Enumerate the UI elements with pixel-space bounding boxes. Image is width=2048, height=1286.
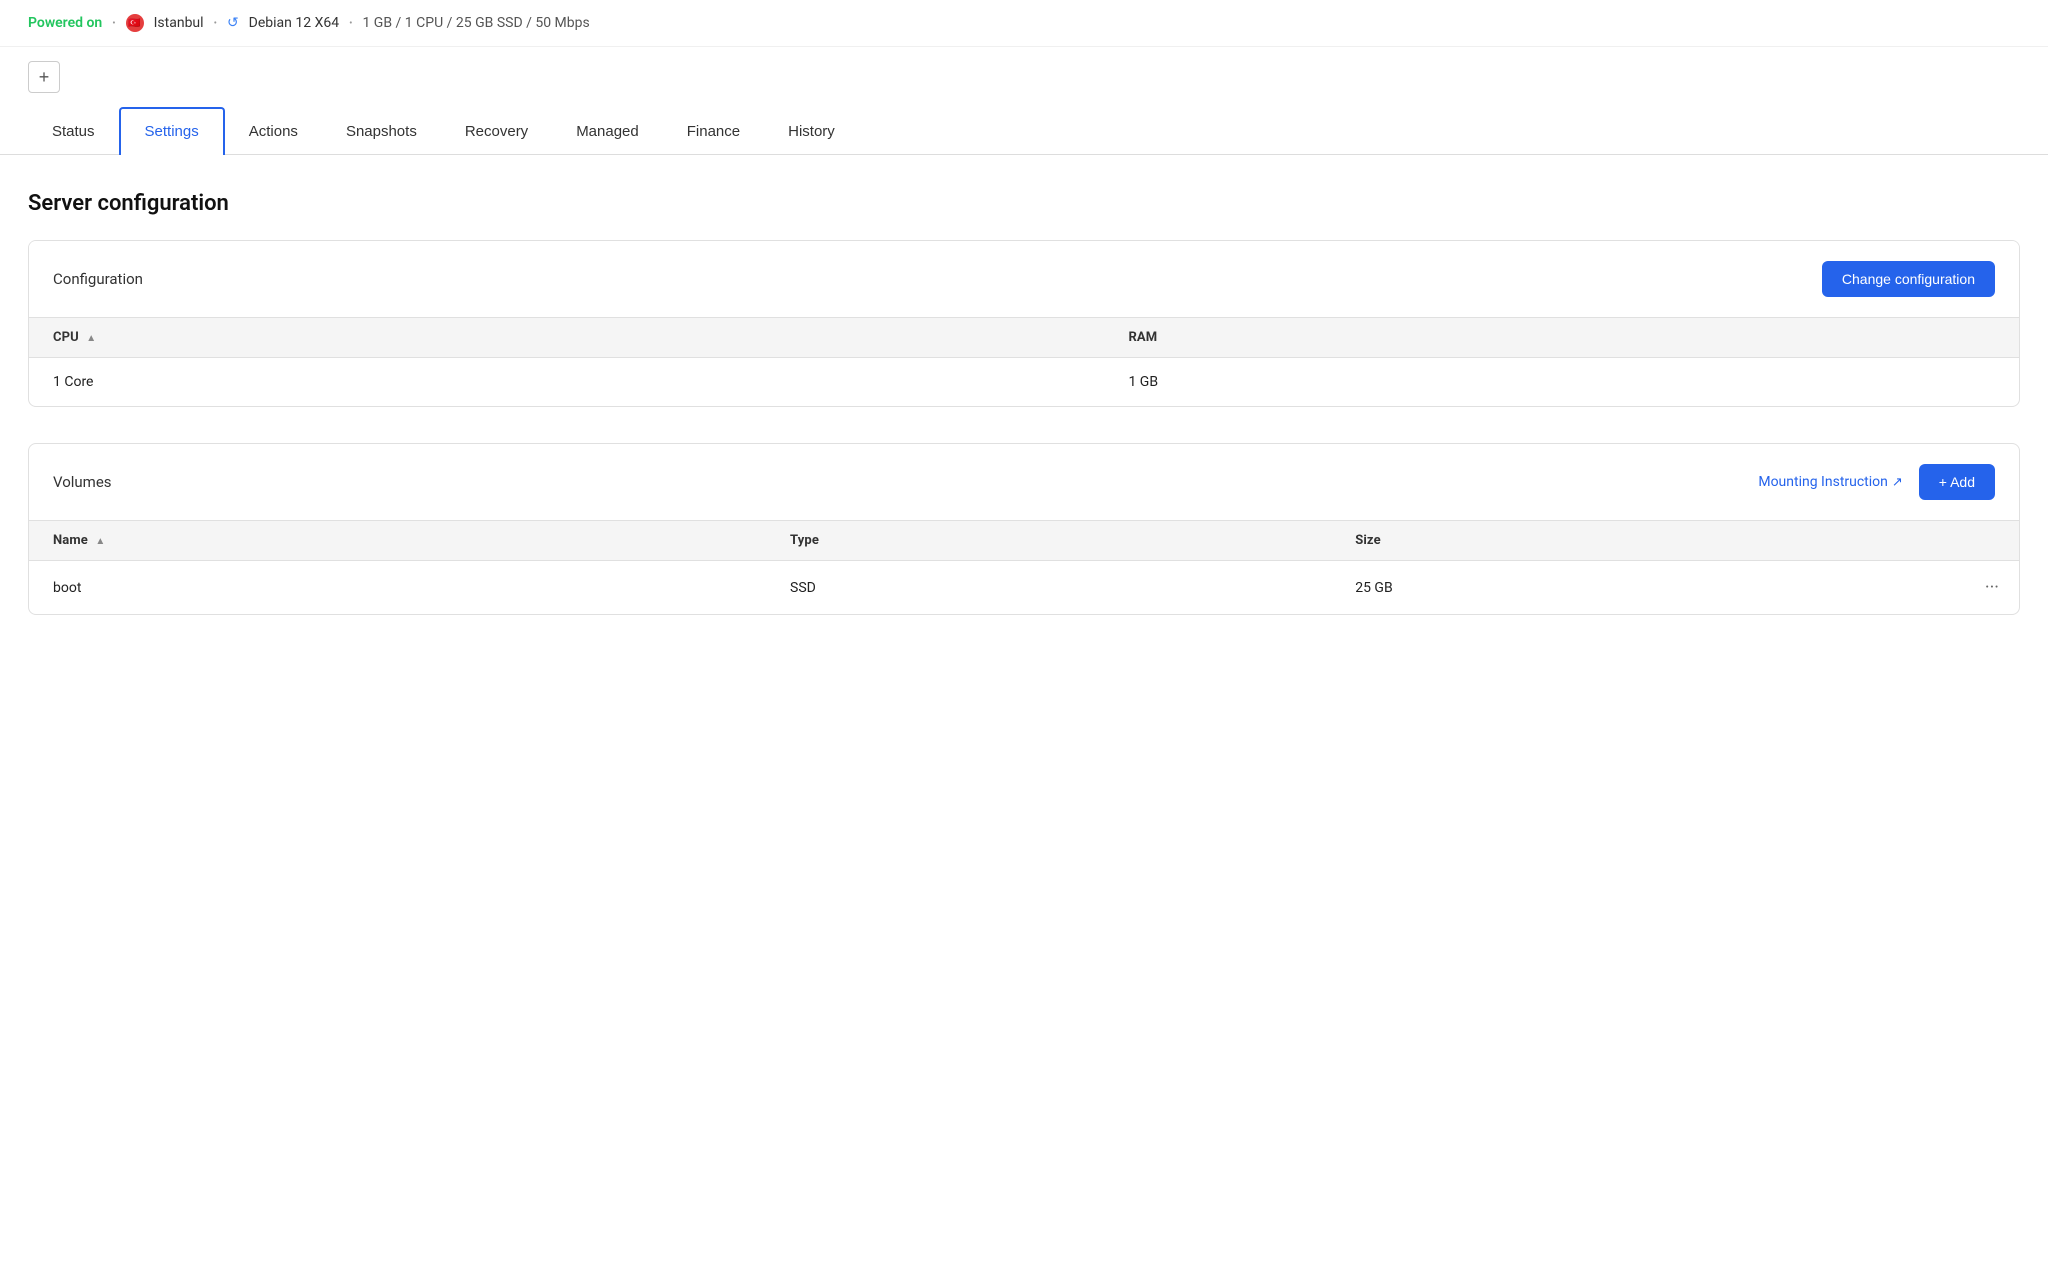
- more-options-icon[interactable]: ···: [1985, 577, 1999, 598]
- os-label: Debian 12 X64: [249, 15, 339, 31]
- tab-recovery[interactable]: Recovery: [441, 109, 552, 154]
- volumes-card-header: Volumes Mounting Instruction ↗ + Add: [29, 444, 2019, 521]
- add-btn-row: +: [0, 47, 2048, 107]
- add-volume-button[interactable]: + Add: [1919, 464, 1995, 500]
- tab-finance[interactable]: Finance: [663, 109, 764, 154]
- page-title: Server configuration: [28, 191, 2020, 216]
- dot-separator-1: •: [112, 18, 115, 29]
- mounting-instruction-label: Mounting Instruction: [1758, 474, 1888, 490]
- top-bar: Powered on • 🇹🇷 Istanbul • ↺ Debian 12 X…: [0, 0, 2048, 47]
- tabs-nav: Status Settings Actions Snapshots Recove…: [0, 107, 2048, 155]
- dot-separator-2: •: [214, 18, 217, 29]
- add-icon-button[interactable]: +: [28, 61, 60, 93]
- volumes-card: Volumes Mounting Instruction ↗ + Add Nam…: [28, 443, 2020, 615]
- tab-settings[interactable]: Settings: [119, 107, 225, 155]
- actions-column-header: [1959, 521, 2019, 561]
- main-content: Server configuration Configuration Chang…: [0, 155, 2048, 687]
- configuration-card: Configuration Change configuration CPU ▲…: [28, 240, 2020, 407]
- tab-history[interactable]: History: [764, 109, 859, 154]
- cpu-value: 1 Core: [29, 358, 1104, 407]
- tab-status[interactable]: Status: [28, 109, 119, 154]
- volumes-header-actions: Mounting Instruction ↗ + Add: [1758, 464, 1995, 500]
- os-icon: ↺: [227, 15, 239, 31]
- server-specs: 1 GB / 1 CPU / 25 GB SSD / 50 Mbps: [362, 15, 589, 31]
- location-flag-icon: 🇹🇷: [126, 14, 144, 32]
- table-row: 1 Core 1 GB: [29, 358, 2019, 407]
- volume-type: SSD: [766, 561, 1331, 615]
- location-label: Istanbul: [154, 15, 204, 31]
- cpu-sort-icon: ▲: [86, 333, 96, 344]
- tab-managed[interactable]: Managed: [552, 109, 663, 154]
- volumes-header-label: Volumes: [53, 473, 112, 491]
- configuration-header-label: Configuration: [53, 270, 143, 288]
- cpu-column-header: CPU ▲: [29, 318, 1104, 358]
- status-badge: Powered on: [28, 15, 102, 31]
- volume-size: 25 GB: [1331, 561, 1959, 615]
- volume-name: boot: [29, 561, 766, 615]
- table-row: boot SSD 25 GB ···: [29, 561, 2019, 615]
- volume-more-actions[interactable]: ···: [1959, 561, 2019, 615]
- name-column-header: Name ▲: [29, 521, 766, 561]
- tab-snapshots[interactable]: Snapshots: [322, 109, 441, 154]
- type-column-header: Type: [766, 521, 1331, 561]
- configuration-card-header: Configuration Change configuration: [29, 241, 2019, 318]
- configuration-table: CPU ▲ RAM 1 Core 1 GB: [29, 318, 2019, 406]
- configuration-table-header-row: CPU ▲ RAM: [29, 318, 2019, 358]
- name-sort-icon: ▲: [95, 536, 105, 547]
- change-configuration-button[interactable]: Change configuration: [1822, 261, 1995, 297]
- tab-actions[interactable]: Actions: [225, 109, 322, 154]
- external-link-icon: ↗: [1892, 475, 1903, 490]
- dot-separator-3: •: [349, 18, 352, 29]
- mounting-instruction-link[interactable]: Mounting Instruction ↗: [1758, 474, 1902, 490]
- ram-value: 1 GB: [1104, 358, 2019, 407]
- ram-column-header: RAM: [1104, 318, 2019, 358]
- size-column-header: Size: [1331, 521, 1959, 561]
- volumes-table-header-row: Name ▲ Type Size: [29, 521, 2019, 561]
- volumes-table: Name ▲ Type Size boot SSD 25 GB ···: [29, 521, 2019, 614]
